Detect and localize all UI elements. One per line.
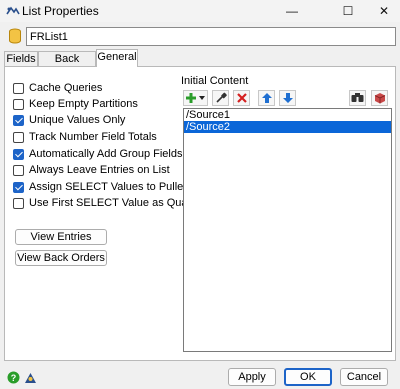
- delete-button[interactable]: [233, 90, 250, 106]
- ok-button[interactable]: OK: [284, 368, 332, 386]
- option-always-leave-entries[interactable]: Always Leave Entries on List: [13, 163, 170, 177]
- minimize-button[interactable]: —: [272, 0, 312, 22]
- option-label: Always Leave Entries on List: [29, 164, 170, 176]
- maximize-button[interactable]: ☐: [328, 0, 368, 22]
- eyedropper-button[interactable]: [212, 90, 229, 106]
- list-item[interactable]: /Source1: [184, 109, 391, 121]
- app-logo-icon: [6, 6, 20, 15]
- cube-button[interactable]: [371, 90, 388, 106]
- add-button[interactable]: [183, 90, 208, 106]
- cube-icon: [374, 93, 385, 104]
- move-down-icon: [282, 93, 293, 103]
- dropdown-arrow-icon: [198, 96, 205, 100]
- move-up-icon: [261, 93, 272, 103]
- checkbox[interactable]: [13, 114, 24, 126]
- option-keep-empty-partitions[interactable]: Keep Empty Partitions: [13, 97, 138, 111]
- title-bar: List Properties — ☐ ✕: [0, 0, 400, 22]
- window-title: List Properties: [22, 4, 99, 18]
- checkbox[interactable]: [13, 131, 24, 143]
- tab-back-orders[interactable]: Back Orders: [38, 51, 96, 79]
- user-icon[interactable]: [24, 371, 37, 384]
- move-down-button[interactable]: [279, 90, 296, 106]
- initial-content-list[interactable]: /Source1 /Source2: [183, 108, 392, 352]
- option-cache-queries[interactable]: Cache Queries: [13, 81, 102, 95]
- checkbox[interactable]: [13, 164, 24, 176]
- option-auto-add-group-fields[interactable]: Automatically Add Group Fields: [13, 147, 182, 161]
- view-entries-button[interactable]: View Entries: [15, 229, 107, 245]
- move-up-button[interactable]: [258, 90, 275, 106]
- close-button[interactable]: ✕: [364, 0, 400, 22]
- find-button[interactable]: [349, 90, 366, 106]
- option-unique-values-only[interactable]: Unique Values Only: [13, 113, 125, 127]
- option-label: Track Number Field Totals: [29, 131, 157, 143]
- help-icon[interactable]: ?: [7, 371, 20, 384]
- option-track-number-field-totals[interactable]: Track Number Field Totals: [13, 130, 157, 144]
- minimize-icon: —: [286, 4, 298, 18]
- tab-general[interactable]: General: [96, 49, 138, 67]
- maximize-icon: ☐: [342, 4, 354, 18]
- cancel-button[interactable]: Cancel: [340, 368, 388, 386]
- delete-icon: [236, 93, 247, 103]
- find-icon: [351, 93, 364, 102]
- close-icon: ✕: [378, 4, 390, 18]
- checkbox[interactable]: [13, 98, 24, 110]
- list-name-row: [0, 24, 400, 50]
- database-icon: [9, 28, 21, 44]
- add-icon: [185, 93, 205, 103]
- eyedropper-icon: [215, 92, 227, 103]
- initial-content-label: Initial Content: [181, 75, 249, 87]
- list-name-input[interactable]: [26, 27, 396, 46]
- checkbox[interactable]: [13, 181, 24, 193]
- option-label: Keep Empty Partitions: [29, 98, 138, 110]
- tab-fields[interactable]: Fields: [4, 51, 38, 66]
- checkbox[interactable]: [13, 197, 24, 209]
- checkbox[interactable]: [13, 148, 24, 160]
- apply-button[interactable]: Apply: [228, 368, 276, 386]
- svg-text:?: ?: [11, 373, 17, 383]
- option-label: Automatically Add Group Fields: [29, 148, 183, 160]
- option-label: Unique Values Only: [29, 114, 126, 126]
- checkbox[interactable]: [13, 82, 24, 94]
- general-tab-panel: Cache Queries Keep Empty Partitions Uniq…: [4, 66, 396, 361]
- view-back-orders-button[interactable]: View Back Orders: [15, 250, 107, 266]
- list-item[interactable]: /Source2: [184, 121, 391, 133]
- option-label: Cache Queries: [29, 82, 103, 94]
